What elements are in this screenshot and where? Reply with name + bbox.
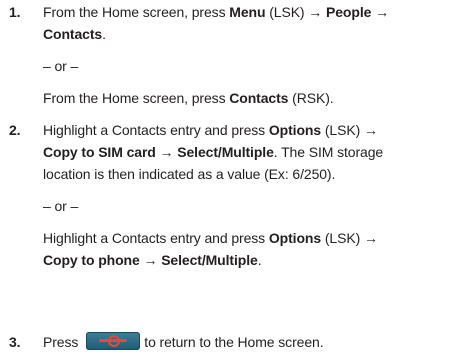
text-line: Press to return to the Home screen. [43, 331, 458, 353]
text-run: to return to the Home screen. [144, 334, 324, 350]
copy-to-phone-option: Copy to phone [43, 252, 144, 268]
step-body: Highlight a Contacts entry and press Opt… [43, 119, 458, 271]
select-multiple-option: Select/Multiple [177, 144, 274, 160]
text-run: Highlight a Contacts entry and press [43, 230, 269, 246]
contacts-menu-name: Contacts [43, 26, 103, 42]
text-line: location is then indicated as a value (E… [43, 166, 336, 182]
text-run: Highlight a Contacts entry and press [43, 122, 269, 138]
text-line: From the Home screen, press Contacts (RS… [43, 87, 458, 109]
step-body: Press to return to the Home screen. [43, 331, 458, 353]
or-separator: – or – [43, 198, 79, 214]
arrow-icon: → [308, 4, 323, 20]
select-multiple-option: Select/Multiple [161, 252, 258, 268]
people-menu-name: People [326, 4, 372, 20]
text-run: From the Home screen, press [43, 4, 230, 20]
end-key-icon [86, 332, 141, 350]
arrow-icon: → [363, 230, 378, 246]
arrow-icon: → [375, 4, 390, 20]
instructions-document: 1. From the Home screen, press Menu (LSK… [0, 0, 458, 359]
text-run: Press [43, 334, 79, 350]
arrow-icon: → [159, 144, 174, 160]
text-run: . The SIM storage [273, 144, 384, 160]
text-line: From the Home screen, press Menu (LSK) →… [43, 1, 458, 23]
text-line: Highlight a Contacts entry and press Opt… [43, 119, 458, 141]
text-run: . [102, 26, 106, 42]
text-line: Copy to phone → Select/Multiple. [43, 249, 458, 271]
text-run: (LSK) [321, 230, 364, 246]
text-run: (RSK). [288, 90, 334, 106]
text-run: (LSK) [265, 4, 309, 20]
step-body: From the Home screen, press Menu (LSK) →… [43, 1, 458, 109]
options-key-name: Options [268, 122, 322, 138]
text-run: (LSK) [321, 122, 364, 138]
text-line: Contacts. [43, 23, 458, 45]
copy-to-sim-option: Copy to SIM card [43, 144, 160, 160]
text-run: From the Home screen, press [43, 90, 230, 106]
text-line: Highlight a Contacts entry and press Opt… [43, 227, 458, 249]
menu-key-name: Menu [229, 4, 266, 20]
or-separator: – or – [43, 58, 79, 74]
arrow-icon: → [143, 252, 158, 268]
step-number: 3. [9, 334, 21, 350]
step-number: 2. [9, 122, 21, 138]
text-run: . [257, 252, 262, 268]
arrow-icon: → [363, 122, 378, 138]
step-number: 1. [9, 4, 21, 20]
text-line: Copy to SIM card → Select/Multiple. The … [43, 141, 458, 163]
options-key-name: Options [268, 230, 322, 246]
contacts-key-name: Contacts [229, 90, 289, 106]
